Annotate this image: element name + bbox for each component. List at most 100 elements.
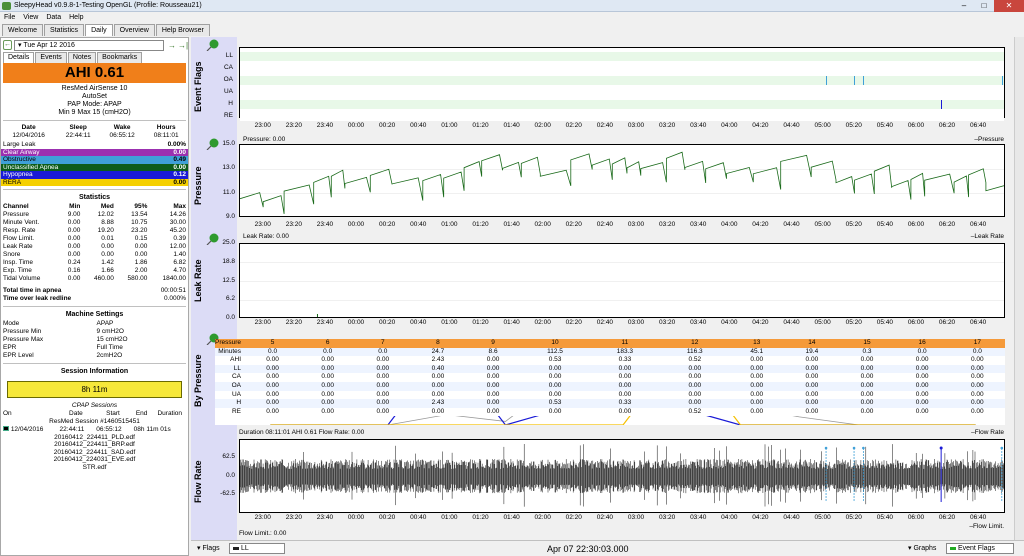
next-day-button[interactable]: → (168, 41, 176, 50)
flow-plot[interactable] (239, 439, 1005, 513)
menu-data[interactable]: Data (42, 12, 65, 24)
bp-cell: 0.00 (805, 364, 819, 372)
bp-cell: 0.00 (915, 399, 929, 407)
stat-cell: 12.02 (97, 211, 114, 218)
bp-cell: 0.00 (486, 356, 500, 364)
tab-daily[interactable]: Daily (85, 24, 113, 36)
event-index-row[interactable]: RERA 0.00 (1, 178, 188, 186)
bp-cell: 183.3 (616, 347, 634, 355)
stat-cell: 0.00 (67, 219, 81, 226)
flag-row-label: OA (223, 76, 233, 83)
event-index-row[interactable]: Obstructive 0.49 (1, 156, 188, 164)
time-tick-label: 01:20 (472, 221, 489, 228)
sess-header: On (3, 409, 12, 417)
session-checkbox[interactable] (3, 425, 9, 431)
time-tick-label: 05:00 (814, 122, 831, 129)
bp-cell: 0.0 (917, 347, 927, 355)
summary-header: Sleep (69, 124, 87, 131)
close-button[interactable]: ✕ (994, 0, 1024, 12)
leak-legend: –Leak Rate (970, 233, 1004, 240)
session-file[interactable]: 20160412_224411_SAD.edf (1, 449, 188, 457)
last-day-button[interactable]: →| (178, 41, 188, 50)
minimize-button[interactable]: – (954, 0, 974, 12)
setting-row: EPR Level 2cmH2O (1, 352, 188, 360)
flags-select[interactable]: LL (229, 543, 285, 554)
event-flags-panel: Event Flags 23:00 23:20 23:40 00:00 00:20 00:… (191, 37, 1024, 136)
bp-cell: 0.00 (618, 373, 632, 381)
event-index-row[interactable]: Large Leak 0.00% (1, 141, 188, 149)
bp-cell: 0.00 (486, 364, 500, 372)
time-tick-label: 04:20 (752, 319, 769, 326)
leak-plot[interactable] (239, 243, 1005, 318)
bp-cell: 0.00 (915, 381, 929, 389)
y-tick-label: 0.0 (225, 471, 235, 479)
stat-cell: 0.00 (67, 227, 81, 234)
bp-cell: 0.52 (688, 407, 702, 415)
bp-cell: 0.00 (376, 399, 390, 407)
graph-color-icon (950, 546, 956, 550)
summary-value: 06:55:12 (109, 132, 135, 139)
menu-file[interactable]: File (0, 12, 19, 24)
bp-cell: 0.00 (688, 399, 702, 407)
session-file[interactable]: 20160412_224411_PLD.edf (1, 434, 188, 442)
pressure-line (240, 151, 1004, 214)
graphs-toggle[interactable]: ▾ Graphs (908, 542, 936, 556)
subtab-events[interactable]: Events (35, 52, 67, 63)
session-duration-bar[interactable]: 8h 11m (7, 381, 182, 398)
time-tick-label: 05:40 (876, 221, 893, 228)
oa-flag-mark (863, 76, 865, 85)
h-flow-dot (939, 446, 943, 450)
subtab-details[interactable]: Details (3, 52, 35, 63)
pin-icon[interactable] (206, 39, 220, 51)
date-selector[interactable]: ▾ Tue Apr 12 2016 (14, 39, 164, 51)
stat-header: Min (69, 203, 81, 210)
tab-welcome[interactable]: Welcome (2, 24, 44, 36)
time-tick-label: 01:40 (503, 514, 520, 521)
session-file[interactable]: STR.edf (1, 464, 188, 472)
stat-cell: 0.16 (67, 267, 81, 274)
y-tick-label: 9.0 (225, 213, 235, 220)
oa-flow-dot (862, 446, 865, 450)
stat-cell: 45.20 (169, 227, 186, 234)
stat-cell: 1.42 (101, 259, 114, 266)
graphs-select[interactable]: Event Flags (946, 543, 1014, 554)
subtab-notes[interactable]: Notes (67, 52, 97, 63)
stat-cell: 0.39 (173, 235, 186, 242)
bp-cell: 0.00 (376, 356, 390, 364)
leak-title: Leak Rate: 0.00 (243, 233, 289, 240)
session-file[interactable]: 20160412_224411_BRP.edf (1, 441, 188, 449)
bp-cell: 0.00 (321, 407, 335, 415)
time-tick-label: 02:00 (534, 122, 551, 129)
app-icon (2, 2, 11, 10)
session-info-title: Session Information (60, 368, 129, 375)
pressure-title: Pressure: 0.00 (243, 136, 286, 143)
statistics-table: Channel Min Med 95% Max Pressure 9.00 12.02 13.5… (1, 203, 188, 283)
event-index-row[interactable]: Unclassified Apnea 0.00 (1, 163, 188, 171)
menu-view[interactable]: View (19, 12, 42, 24)
event-value: 0.00 (173, 163, 186, 171)
tab-help-browser[interactable]: Help Browser (155, 24, 210, 36)
tab-overview[interactable]: Overview (113, 24, 155, 36)
pressure-plot[interactable] (239, 144, 1005, 217)
event-index-row[interactable]: Hypopnea 0.12 (1, 171, 188, 179)
tab-statistics[interactable]: Statistics (44, 24, 85, 36)
time-tick-label: 05:40 (876, 514, 893, 521)
time-tick-label: 02:20 (565, 122, 582, 129)
prev-day-button[interactable]: ← (3, 40, 12, 50)
maximize-button[interactable]: □ (974, 0, 994, 12)
time-tick-label: 02:00 (534, 319, 551, 326)
event-flags-plot[interactable] (239, 47, 1005, 121)
subtab-bookmarks[interactable]: Bookmarks (97, 52, 143, 63)
time-tick-label: 00:40 (410, 221, 427, 228)
graphs-scrollbar[interactable] (1014, 37, 1024, 556)
session-file[interactable]: 20160412_224031_EVE.edf (1, 456, 188, 464)
menu-help[interactable]: Help (65, 12, 87, 24)
bp-header: 14 (808, 339, 816, 346)
bp-header: 11 (621, 339, 629, 346)
stat-cell: 580.00 (127, 275, 148, 282)
event-index-row[interactable]: Clear Airway 0.00 (1, 148, 188, 156)
event-value: 0.49 (173, 156, 186, 163)
bp-cell: 0.00 (860, 390, 874, 398)
flags-toggle[interactable]: ▾ Flags (197, 542, 220, 556)
session-row[interactable]: 12/04/2016 22:44:11 06:55:12 08h 11m 01s (1, 425, 188, 434)
